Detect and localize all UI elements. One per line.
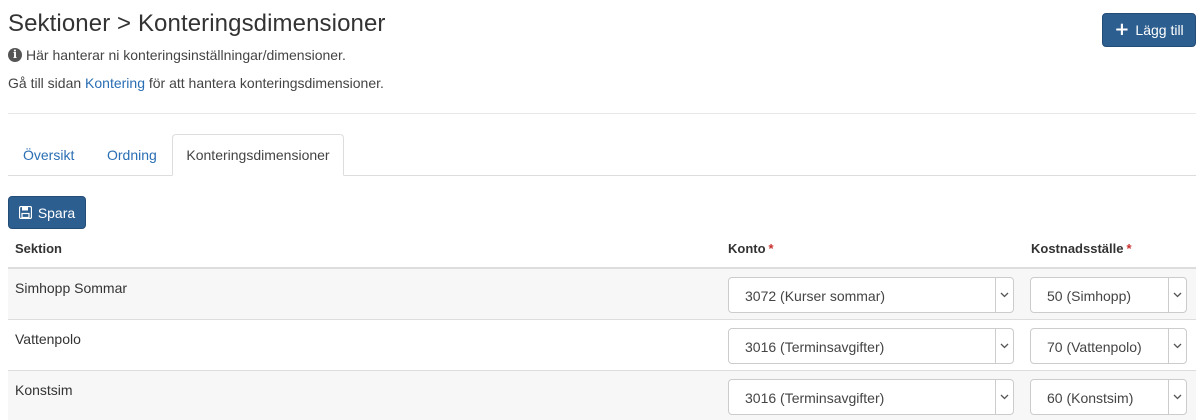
info-text: i Här hanterar ni konteringsinställninga… bbox=[8, 47, 346, 63]
divider bbox=[8, 113, 1196, 114]
floppy-disk-icon bbox=[18, 206, 32, 219]
column-header-label: Sektion bbox=[15, 241, 62, 256]
konto-select[interactable]: 3072 (Kurser sommar) bbox=[728, 277, 1014, 313]
required-marker: * bbox=[1126, 241, 1132, 256]
table-row: Konstsim 3016 (Terminsavgifter) 60 (Kons… bbox=[8, 371, 1196, 420]
konto-value: 3016 (Terminsavgifter) bbox=[745, 390, 885, 406]
table-row: Vattenpolo 3016 (Terminsavgifter) 70 (Va… bbox=[8, 320, 1196, 371]
tab-konteringsdimensioner[interactable]: Konteringsdimensioner bbox=[172, 134, 344, 176]
konto-value: 3016 (Terminsavgifter) bbox=[745, 339, 885, 355]
kostnadsstalle-value: 50 (Simhopp) bbox=[1047, 288, 1132, 304]
chevron-down-icon bbox=[1168, 329, 1186, 363]
kostnadsstalle-value: 70 (Vattenpolo) bbox=[1047, 339, 1142, 355]
chevron-down-icon bbox=[1168, 278, 1186, 312]
save-button[interactable]: Spara bbox=[8, 196, 86, 229]
kostnadsstalle-select[interactable]: 60 (Konstsim) bbox=[1030, 379, 1187, 415]
kostnadsstalle-select[interactable]: 50 (Simhopp) bbox=[1030, 277, 1187, 313]
kontering-link[interactable]: Kontering bbox=[85, 75, 145, 91]
column-header-label: Konto bbox=[728, 241, 766, 256]
sektion-name: Simhopp Sommar bbox=[15, 280, 128, 296]
sektion-name: Konstsim bbox=[15, 382, 73, 398]
kostnadsstalle-select[interactable]: 70 (Vattenpolo) bbox=[1030, 328, 1187, 364]
column-header-sektion: Sektion bbox=[15, 241, 62, 256]
konto-select[interactable]: 3016 (Terminsavgifter) bbox=[728, 328, 1014, 364]
kostnadsstalle-value: 60 (Konstsim) bbox=[1047, 390, 1134, 406]
table-row: Simhopp Sommar 3072 (Kurser sommar) 50 (… bbox=[8, 269, 1196, 320]
column-header-konto: Konto * bbox=[728, 241, 774, 256]
add-button[interactable]: + Lägg till bbox=[1102, 13, 1196, 47]
goto-suffix: för att hantera konteringsdimensioner. bbox=[144, 75, 384, 91]
goto-text: Gå till sidan Kontering för att hantera … bbox=[8, 75, 384, 91]
tab-oversikt[interactable]: Översikt bbox=[23, 134, 74, 176]
tab-bar: Översikt Ordning Konteringsdimensioner bbox=[8, 134, 1196, 176]
required-marker: * bbox=[768, 241, 774, 256]
chevron-down-icon bbox=[995, 329, 1013, 363]
info-circle-icon: i bbox=[8, 48, 22, 62]
info-text-label: Här hanterar ni konteringsinställningar/… bbox=[26, 47, 346, 63]
plus-icon: + bbox=[1114, 19, 1130, 40]
chevron-down-icon bbox=[995, 278, 1013, 312]
column-header-kostnadsstalle: Kostnadsställe * bbox=[1031, 241, 1132, 256]
sektion-name: Vattenpolo bbox=[15, 331, 81, 347]
chevron-down-icon bbox=[995, 380, 1013, 414]
chevron-down-icon bbox=[1168, 380, 1186, 414]
goto-prefix: Gå till sidan bbox=[8, 75, 86, 91]
save-button-label: Spara bbox=[37, 204, 76, 221]
konto-select[interactable]: 3016 (Terminsavgifter) bbox=[728, 379, 1014, 415]
add-button-label: Lägg till bbox=[1135, 22, 1184, 38]
column-header-label: Kostnadsställe bbox=[1031, 241, 1124, 256]
page-title: Sektioner > Konteringsdimensioner bbox=[8, 10, 386, 37]
tab-ordning[interactable]: Ordning bbox=[107, 134, 157, 176]
konto-value: 3072 (Kurser sommar) bbox=[745, 288, 886, 304]
